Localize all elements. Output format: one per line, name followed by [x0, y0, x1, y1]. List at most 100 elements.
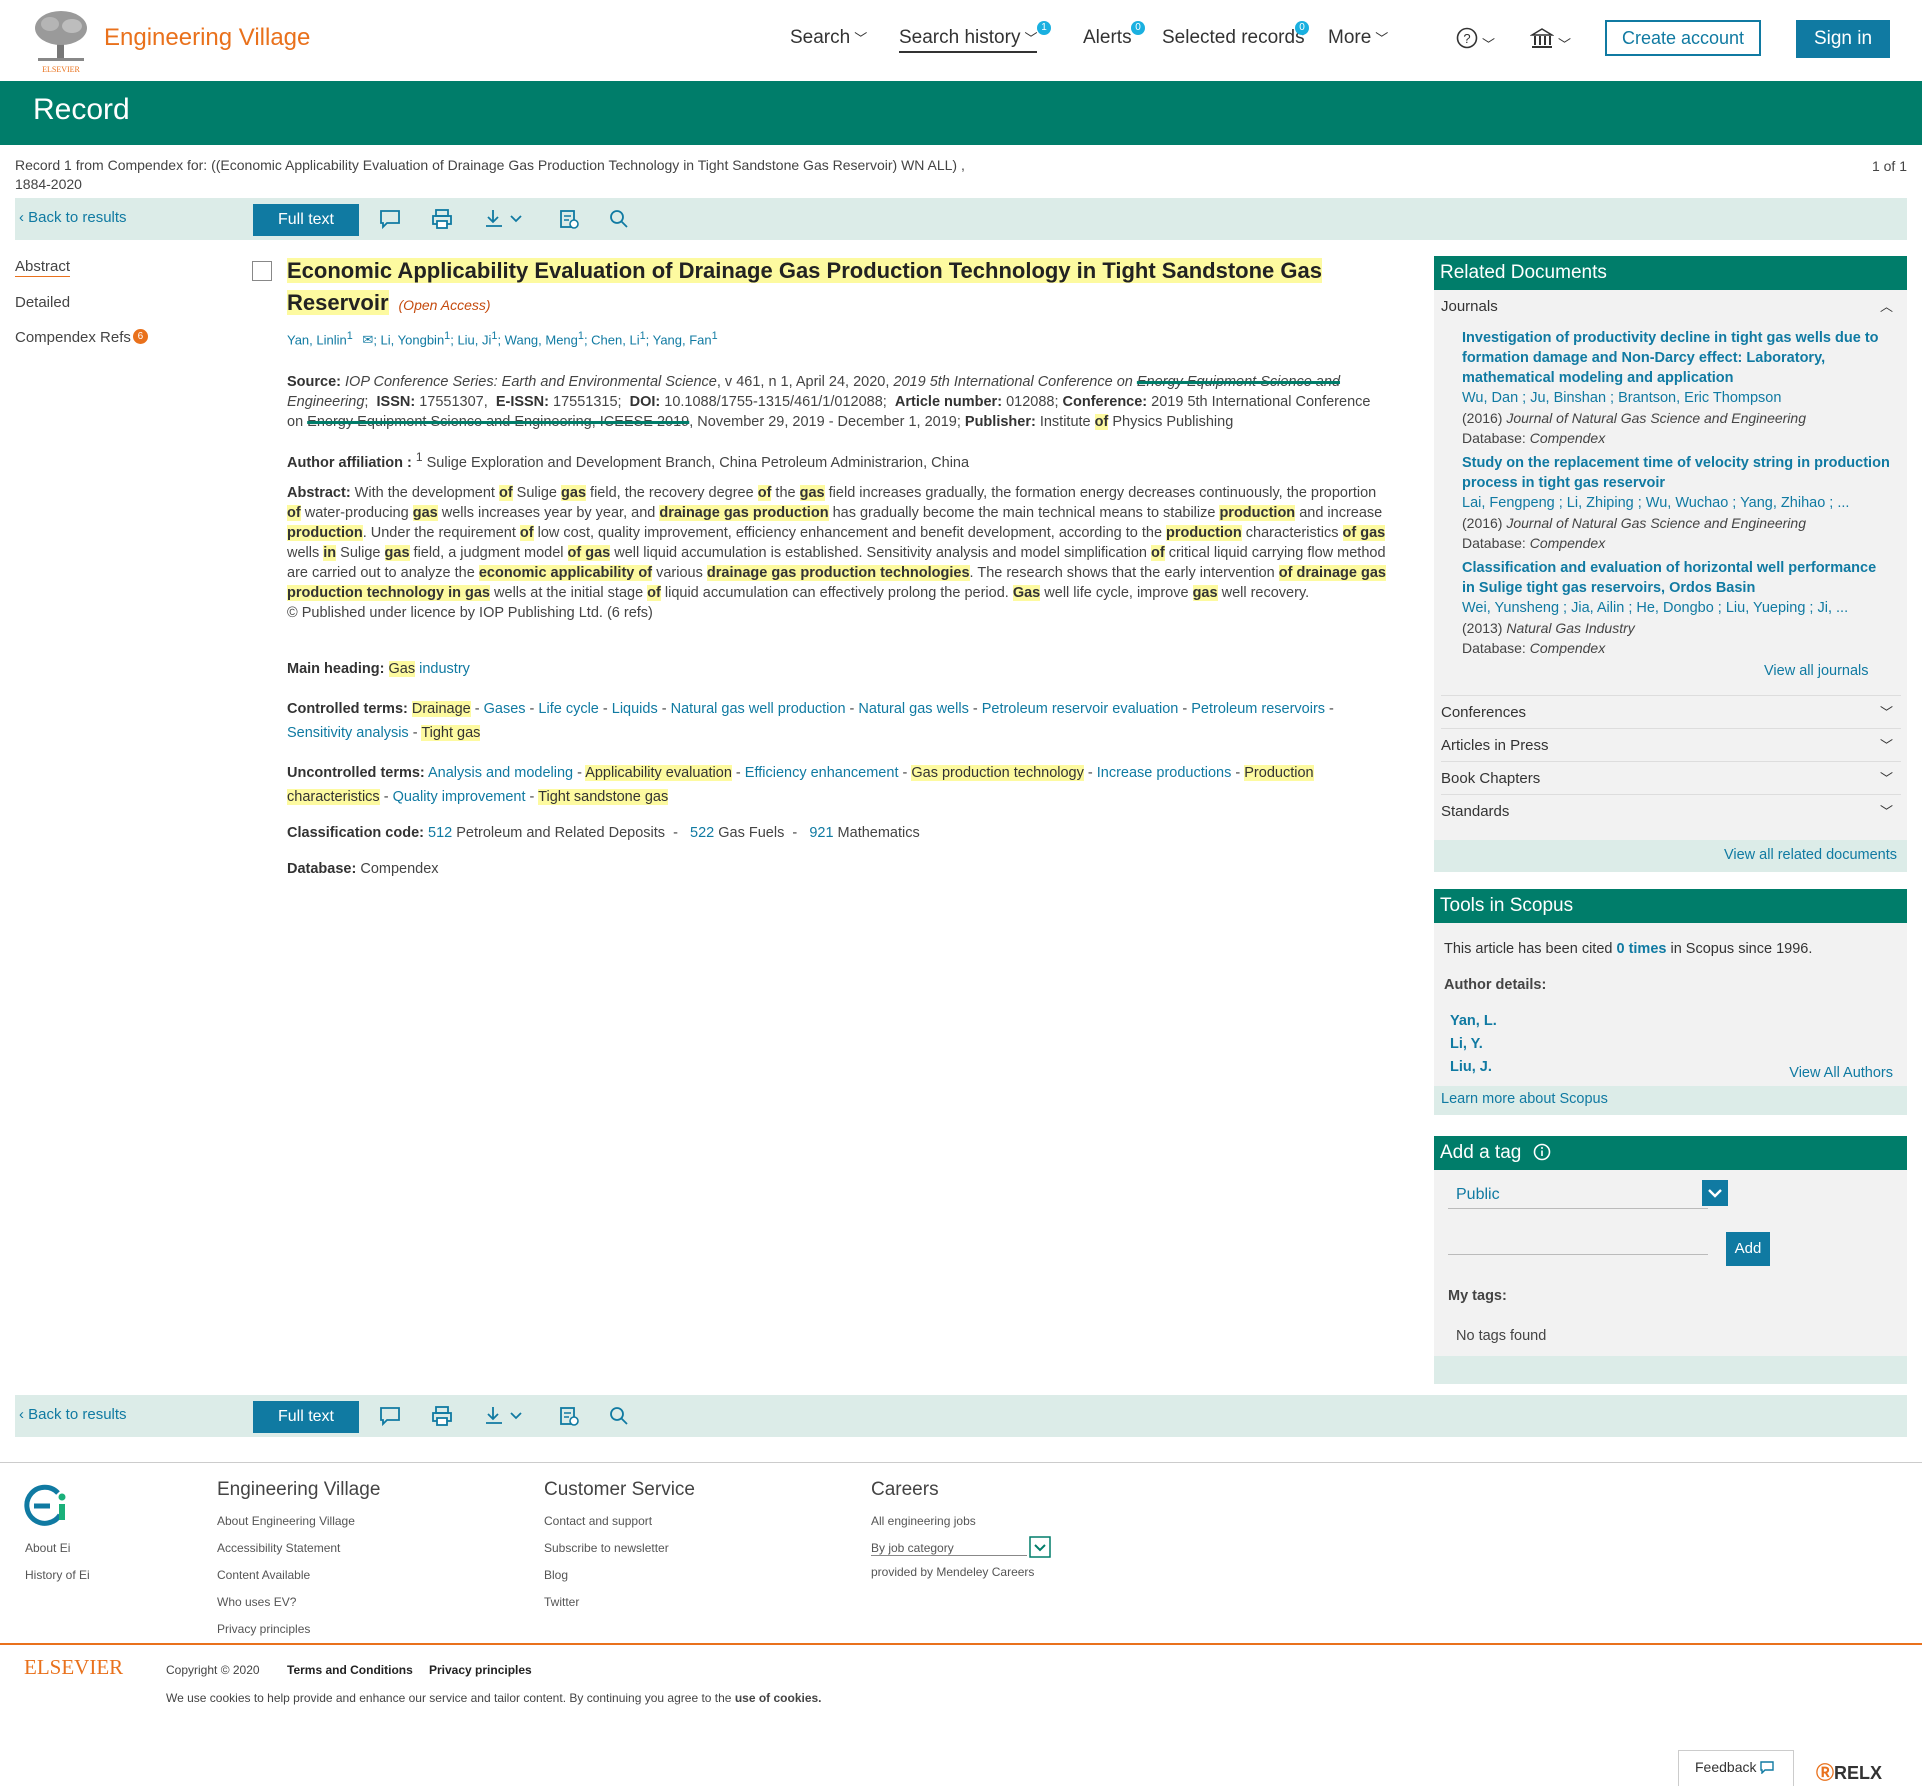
standards-toggle[interactable]: Standards ﹀	[1441, 794, 1901, 828]
brand-name[interactable]: Engineering Village	[104, 24, 310, 52]
print-icon[interactable]	[430, 207, 454, 231]
term-link[interactable]: Life cycle	[538, 701, 598, 717]
related-journal-authors[interactable]: Lai, Fengpeng ; Li, Zhiping ; Wu, Wuchao…	[1462, 493, 1892, 513]
articles-in-press-toggle[interactable]: Articles in Press ﹀	[1441, 728, 1901, 762]
classification-code-link[interactable]: 522	[690, 825, 714, 841]
term-link[interactable]: Petroleum reservoir evaluation	[982, 701, 1179, 717]
term-link[interactable]: Analysis and modeling	[428, 765, 573, 781]
related-journal-authors[interactable]: Wei, Yunsheng ; Jia, Ailin ; He, Dongbo …	[1462, 598, 1892, 618]
left-nav-compendex-refs[interactable]: Compendex Refs 6	[15, 329, 148, 346]
sign-in-button[interactable]: Sign in	[1796, 20, 1890, 58]
footer-link[interactable]: Contact and support	[544, 1514, 652, 1528]
nav-selected-records[interactable]: Selected records 0	[1162, 21, 1309, 49]
related-journal-authors[interactable]: Wu, Dan ; Ju, Binshan ; Brantson, Eric T…	[1462, 388, 1892, 408]
left-nav-detailed[interactable]: Detailed	[15, 294, 70, 311]
footer-link[interactable]: Blog	[544, 1568, 568, 1582]
nav-more[interactable]: More ﹀	[1328, 27, 1388, 49]
related-journal-title[interactable]: Classification and evaluation of horizon…	[1462, 558, 1892, 598]
footer-link[interactable]: History of Ei	[25, 1568, 90, 1582]
author-link[interactable]: Li, Yongbin	[381, 332, 445, 347]
privacy-link[interactable]: Privacy principles	[429, 1663, 532, 1677]
footer-link[interactable]: Privacy principles	[217, 1622, 310, 1636]
term-link[interactable]: Gases	[484, 701, 526, 717]
related-journal-title[interactable]: Investigation of productivity decline in…	[1462, 328, 1892, 388]
relx-logo[interactable]: ⓇRELX	[1816, 1759, 1882, 1785]
comment-icon[interactable]	[378, 1404, 402, 1428]
chevron-down-icon[interactable]	[1029, 1536, 1051, 1558]
help-menu[interactable]: ? ﹀	[1456, 27, 1495, 55]
footer-link[interactable]: About Ei	[25, 1541, 70, 1555]
related-journal-title[interactable]: Study on the replacement time of velocit…	[1462, 453, 1892, 493]
footer-link[interactable]: Who uses EV?	[217, 1595, 296, 1609]
tag-input[interactable]	[1448, 1228, 1708, 1255]
term-link[interactable]: Natural gas wells	[858, 701, 968, 717]
comment-icon[interactable]	[378, 207, 402, 231]
scopus-author-link[interactable]: Li, Y.	[1450, 1036, 1483, 1052]
term-link[interactable]: Gas production technology	[911, 765, 1084, 781]
author-link[interactable]: Wang, Meng	[505, 332, 578, 347]
print-icon[interactable]	[430, 1404, 454, 1428]
download-icon[interactable]	[483, 1404, 527, 1428]
job-category-select[interactable]: By job category	[871, 1541, 1027, 1556]
nav-alerts[interactable]: Alerts 0	[1083, 21, 1145, 49]
author-link[interactable]: Yang, Fan	[653, 332, 712, 347]
back-to-results-link[interactable]: ‹ Back to results	[19, 1406, 127, 1423]
elsevier-tree-logo[interactable]: ELSEVIER	[30, 8, 92, 74]
terms-link[interactable]: Terms and Conditions	[287, 1663, 413, 1677]
view-all-related-link[interactable]: View all related documents	[1724, 847, 1897, 863]
term-link[interactable]: Liquids	[612, 701, 658, 717]
scopus-author-link[interactable]: Yan, L.	[1450, 1013, 1497, 1029]
add-tag-button[interactable]: Add	[1726, 1232, 1770, 1266]
footer-link[interactable]: Accessibility Statement	[217, 1541, 340, 1555]
view-all-journals-link[interactable]: View all journals	[1764, 663, 1869, 679]
footer-link[interactable]: Content Available	[217, 1568, 310, 1582]
left-nav-abstract[interactable]: Abstract	[15, 258, 71, 277]
term-link[interactable]: Quality improvement	[393, 789, 526, 805]
nav-search[interactable]: Search ﹀	[790, 27, 867, 49]
author-link[interactable]: Liu, Ji	[457, 332, 491, 347]
main-heading-link[interactable]: Gas industry	[388, 661, 470, 677]
download-icon[interactable]	[483, 207, 527, 231]
nav-search-history[interactable]: Search history ﹀ 1	[899, 21, 1051, 53]
full-text-button[interactable]: Full text	[253, 204, 359, 236]
term-link[interactable]: Drainage	[411, 701, 471, 717]
book-chapters-toggle[interactable]: Book Chapters ﹀	[1441, 761, 1901, 795]
term-link[interactable]: Applicability evaluation	[585, 765, 732, 781]
journals-toggle[interactable]: Journals ︿	[1441, 290, 1901, 323]
term-link[interactable]: Petroleum reservoirs	[1191, 701, 1325, 717]
back-to-results-link[interactable]: ‹ Back to results	[19, 209, 127, 226]
term-link[interactable]: Tight sandstone gas	[538, 789, 669, 805]
term-link[interactable]: Tight gas	[421, 725, 481, 741]
term-link[interactable]: Efficiency enhancement	[745, 765, 899, 781]
email-icon[interactable]: ✉	[362, 332, 373, 347]
cited-times-link[interactable]: 0 times	[1616, 941, 1666, 957]
footer-link[interactable]: About Engineering Village	[217, 1514, 355, 1528]
save-to-folder-icon[interactable]	[557, 1404, 581, 1428]
author-link[interactable]: Chen, Li	[591, 332, 639, 347]
learn-more-scopus-link[interactable]: Learn more about Scopus	[1441, 1091, 1608, 1107]
ei-logo[interactable]	[22, 1481, 72, 1531]
footer-link[interactable]: Twitter	[544, 1595, 579, 1609]
save-to-folder-icon[interactable]	[557, 207, 581, 231]
classification-code-link[interactable]: 921	[809, 825, 833, 841]
institution-menu[interactable]: ﹀	[1529, 27, 1571, 55]
classification-code-link[interactable]: 512	[428, 825, 452, 841]
create-account-button[interactable]: Create account	[1605, 20, 1761, 56]
term-link[interactable]: Sensitivity analysis	[287, 725, 409, 741]
feedback-button[interactable]: Feedback	[1678, 1750, 1794, 1786]
conferences-toggle[interactable]: Conferences ﹀	[1441, 695, 1901, 729]
search-icon[interactable]	[607, 1404, 631, 1428]
search-icon[interactable]	[607, 207, 631, 231]
select-record-checkbox[interactable]	[252, 261, 272, 281]
author-link[interactable]: Yan, Linlin	[287, 332, 347, 347]
scopus-author-link[interactable]: Liu, J.	[1450, 1059, 1492, 1075]
info-icon[interactable]	[1533, 1143, 1551, 1161]
tag-visibility-select[interactable]: Public	[1448, 1180, 1728, 1209]
footer-link[interactable]: Subscribe to newsletter	[544, 1541, 669, 1555]
elsevier-footer-logo[interactable]: ELSEVIER	[24, 1655, 123, 1680]
cookies-link[interactable]: use of cookies.	[735, 1691, 822, 1705]
view-all-authors-link[interactable]: View All Authors	[1789, 1065, 1893, 1081]
full-text-button[interactable]: Full text	[253, 1401, 359, 1433]
term-link[interactable]: Increase productions	[1097, 765, 1232, 781]
footer-link[interactable]: All engineering jobs	[871, 1514, 976, 1528]
